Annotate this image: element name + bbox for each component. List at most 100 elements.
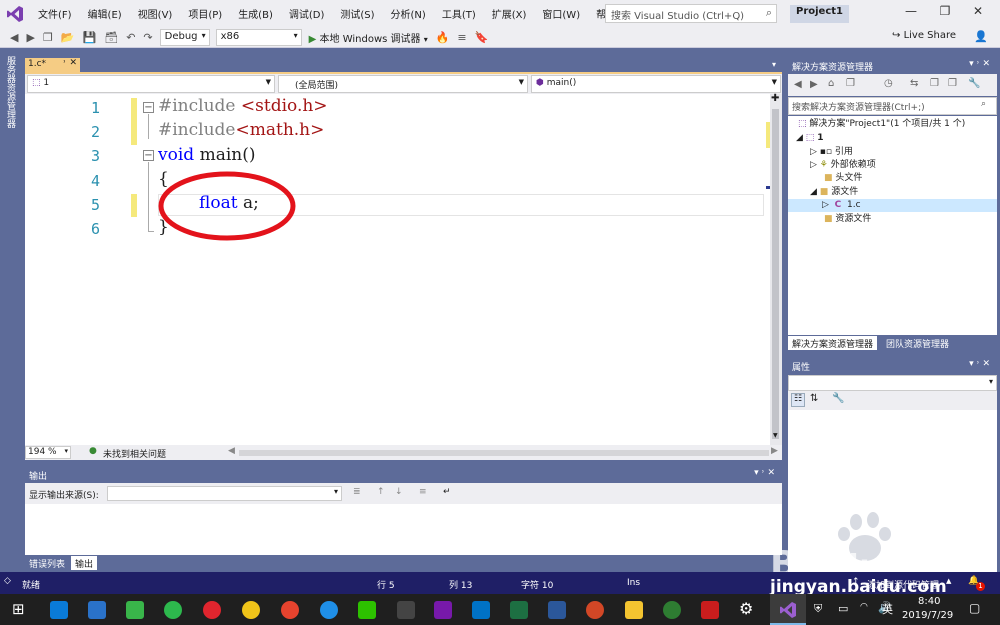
collapse-icon[interactable]: − xyxy=(143,150,154,161)
forward-icon[interactable]: ▶ xyxy=(22,31,38,44)
member-nav-select[interactable]: ⬢ main() ▼ xyxy=(531,75,781,93)
server-explorer-strip[interactable]: 服务器资源管理器 xyxy=(0,48,23,572)
settings-gear-icon[interactable]: ⚙ xyxy=(739,599,753,618)
security-shield-icon[interactable]: ⛨ xyxy=(814,602,822,616)
properties-icon[interactable]: 🔧 xyxy=(968,78,980,89)
pin-icon[interactable]: ˒ xyxy=(63,58,66,68)
project-nav-select[interactable]: ⬚ 1 ▼ xyxy=(27,75,275,93)
tab-error-list[interactable]: 错误列表 xyxy=(25,556,69,570)
tree-item-1c[interactable]: ▷ C 1.c xyxy=(788,199,997,212)
feedback-icon[interactable]: 👤 xyxy=(970,30,992,43)
edge-browser-icon[interactable] xyxy=(50,601,68,619)
collapse-icon[interactable]: − xyxy=(143,102,154,113)
scroll-left-icon[interactable]: ◀ xyxy=(228,446,235,456)
issues-label[interactable]: 未找到相关问题 xyxy=(103,447,166,460)
prev-message-icon[interactable]: ↑ xyxy=(377,487,385,497)
menu-test[interactable]: 测试(S) xyxy=(332,6,382,21)
tree-item-external-deps[interactable]: ▷ ⚘ 外部依赖项 xyxy=(810,159,876,172)
tree-item-references[interactable]: ▷ ▪▫ 引用 xyxy=(810,146,853,159)
code-editor[interactable] xyxy=(25,94,770,445)
platform-select[interactable]: x86 ▾ xyxy=(215,28,302,46)
scope-nav-select[interactable]: (全局范围) ▼ xyxy=(278,75,528,93)
scroll-down-icon[interactable]: ▼ xyxy=(773,432,778,439)
next-message-icon[interactable]: ↓ xyxy=(395,487,403,497)
excel-icon[interactable] xyxy=(510,601,528,619)
tree-item-source-files[interactable]: ◢ ■ 源文件 xyxy=(810,186,858,199)
save-all-icon[interactable]: 🗃 xyxy=(100,31,122,44)
panel-controls-icon[interactable]: ▾˒✕ xyxy=(969,359,993,369)
zoom-select[interactable]: 194 % ▾ xyxy=(25,446,71,459)
panel-controls-icon[interactable]: ▾˒✕ xyxy=(969,59,993,69)
switch-views-icon[interactable]: ❐ xyxy=(846,78,855,89)
property-pages-icon[interactable]: 🔧 xyxy=(832,393,844,404)
store-icon[interactable] xyxy=(88,601,106,619)
categorized-icon[interactable]: ☷ xyxy=(791,393,805,407)
action-center-icon[interactable]: ▢ xyxy=(969,601,980,615)
menu-edit[interactable]: 编辑(E) xyxy=(80,6,130,21)
netease-music-icon[interactable] xyxy=(203,601,221,619)
panel-controls-icon[interactable]: ▾˒✕ xyxy=(754,468,778,478)
star-app-icon[interactable] xyxy=(320,601,338,619)
back-icon[interactable]: ◀ xyxy=(794,79,802,90)
horizontal-scrollbar-thumb[interactable] xyxy=(239,450,769,456)
server-explorer-tab[interactable]: 服务器资源管理器 xyxy=(4,56,17,128)
sync-icon[interactable]: ⇆ xyxy=(910,78,918,89)
menu-debug[interactable]: 调试(D) xyxy=(281,6,333,21)
word-wrap-icon[interactable]: ↵ xyxy=(443,487,451,497)
output-text-area[interactable] xyxy=(25,504,782,555)
powerpoint-icon[interactable] xyxy=(586,601,604,619)
open-file-icon[interactable]: 📂 xyxy=(57,31,79,44)
tree-item-header-files[interactable]: ■ 头文件 xyxy=(824,172,862,185)
start-debugging-button[interactable]: ▶ 本地 Windows 调试器 ▾ xyxy=(305,30,432,45)
tab-1c[interactable]: 1.c* ˒ ✕ xyxy=(25,58,80,72)
calculator-icon[interactable] xyxy=(397,601,415,619)
tab-output[interactable]: 输出 xyxy=(71,556,98,570)
menu-analyze[interactable]: 分析(N) xyxy=(383,6,434,21)
solution-search-input[interactable]: 搜索解决方案资源管理器(Ctrl+;) ⌕ xyxy=(788,97,997,115)
close-button[interactable]: ✕ xyxy=(963,4,993,18)
show-all-files-icon[interactable]: ❐ xyxy=(948,78,957,89)
tab-solution-explorer[interactable]: 解决方案资源管理器 xyxy=(788,336,878,350)
alphabetical-icon[interactable]: ⇅ xyxy=(810,393,818,404)
tab-overflow-icon[interactable]: ▾ xyxy=(772,60,776,69)
back-icon[interactable]: ◀ xyxy=(6,31,22,44)
bookmark-icon[interactable]: 🔖 xyxy=(471,31,493,44)
output-source-select[interactable]: ▾ xyxy=(107,486,342,501)
properties-object-select[interactable]: ▾ xyxy=(788,375,997,391)
menu-extensions[interactable]: 扩展(X) xyxy=(484,6,535,21)
search-input[interactable]: 搜索 Visual Studio (Ctrl+Q) ⌕ xyxy=(605,4,777,23)
minimize-button[interactable]: — xyxy=(896,4,926,18)
windows-start-icon[interactable]: ⊞ xyxy=(12,600,25,618)
forward-icon[interactable]: ▶ xyxy=(810,79,818,90)
find-message-icon[interactable]: ≣ xyxy=(353,487,361,497)
word-icon[interactable] xyxy=(548,601,566,619)
photos-icon[interactable] xyxy=(663,601,681,619)
ime-indicator[interactable]: 英 xyxy=(882,601,893,617)
solution-config-select[interactable]: Debug ▾ xyxy=(159,28,210,46)
qq-music-icon[interactable] xyxy=(242,601,260,619)
green-app-icon[interactable] xyxy=(164,601,182,619)
scroll-right-icon[interactable]: ▶ xyxy=(771,446,778,456)
undo-icon[interactable]: ↶ xyxy=(122,31,139,44)
comment-icon[interactable]: ≡ xyxy=(453,31,470,44)
close-tab-icon[interactable]: ✕ xyxy=(69,58,77,68)
menu-file[interactable]: 文件(F) xyxy=(30,6,80,21)
clear-all-icon[interactable]: ≡ xyxy=(419,487,427,497)
restore-button[interactable]: ❐ xyxy=(930,4,960,18)
hot-reload-icon[interactable]: 🔥 xyxy=(432,31,454,44)
save-icon[interactable]: 💾 xyxy=(79,31,101,44)
menu-tools[interactable]: 工具(T) xyxy=(434,6,484,21)
outlook-icon[interactable] xyxy=(472,601,490,619)
live-share-button[interactable]: ↪ Live Share xyxy=(892,30,956,41)
battery-icon[interactable]: ▭ xyxy=(838,602,848,615)
video-app-icon[interactable] xyxy=(281,601,299,619)
clock-date[interactable]: 2019/7/29 xyxy=(902,610,953,621)
editor-vertical-scrollbar[interactable]: ✚ ▼ xyxy=(770,93,782,445)
iqiyi-icon[interactable] xyxy=(126,601,144,619)
menu-project[interactable]: 项目(P) xyxy=(180,6,230,21)
tree-item-resource-files[interactable]: ■ 资源文件 xyxy=(824,213,871,226)
menu-view[interactable]: 视图(V) xyxy=(130,6,181,21)
tree-item-project[interactable]: ◢ ⬚ 1 xyxy=(796,132,823,145)
wifi-icon[interactable]: ◠ xyxy=(860,602,868,612)
collapse-all-icon[interactable]: ❐ xyxy=(930,78,939,89)
